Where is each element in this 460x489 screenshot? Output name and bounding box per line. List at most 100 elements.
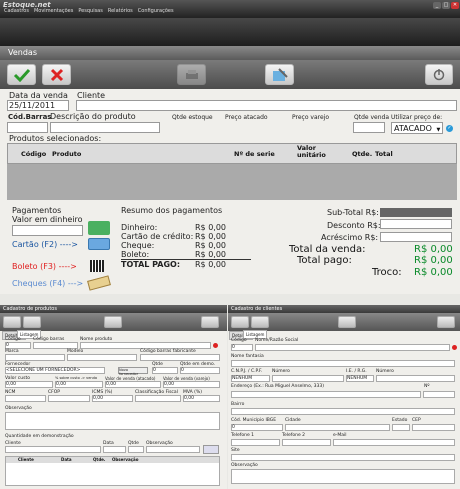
title-bar: Estoque.net Cadastros Movimentações Pesq…	[0, 0, 460, 18]
cli-numero-field[interactable]	[272, 375, 344, 382]
demo-col-cliente: Cliente	[18, 457, 34, 462]
prod-cfop-field[interactable]	[48, 395, 90, 402]
clientes-window-title: Cadastro de clientes	[228, 305, 460, 313]
prod-codigo-field[interactable]: 0	[5, 342, 31, 349]
power-button[interactable]	[425, 64, 453, 85]
qtde-venda-field[interactable]	[353, 122, 385, 133]
cli-telefone1-field[interactable]	[231, 439, 280, 446]
prod-valor-varejo-field[interactable]: 0,00	[163, 381, 220, 388]
clientes-power-button[interactable]	[437, 316, 455, 328]
cli-codigo-field[interactable]: 0	[231, 344, 253, 351]
menu-cadastros[interactable]: Cadastros	[4, 8, 29, 17]
menu-configuracoes[interactable]: Configurações	[138, 8, 174, 17]
prod-codigo-barras-field[interactable]	[33, 342, 78, 349]
produtos-grid-body[interactable]	[7, 164, 457, 200]
produtos-cancel-button[interactable]	[23, 316, 41, 328]
cli-estado-field[interactable]	[392, 424, 410, 431]
cli-cep-label: CEP	[412, 418, 421, 423]
prod-modelo-field[interactable]	[67, 354, 137, 361]
cli-n-label: Nº	[424, 384, 430, 389]
prod-classificacao-field[interactable]	[135, 395, 181, 402]
cod-barras-field[interactable]	[7, 122, 48, 133]
cli-email-field[interactable]	[333, 439, 455, 446]
cli-n-field[interactable]	[423, 391, 455, 398]
cli-telefone2-field[interactable]	[282, 439, 331, 446]
cli-email-label: e-Mail	[333, 433, 347, 438]
maximize-button[interactable]: □	[442, 2, 450, 9]
prod-valor-custo-field[interactable]: 0,00	[5, 381, 53, 388]
boleto-button[interactable]: Boleto (F3) ---->	[12, 262, 77, 271]
prod-ncm-field[interactable]	[5, 395, 46, 402]
data-venda-field[interactable]: 25/11/2011	[7, 100, 69, 111]
resumo-boleto-value: R$ 0,00	[195, 250, 227, 259]
valor-dinheiro-field[interactable]	[12, 225, 83, 236]
cli-site-field[interactable]	[231, 454, 455, 461]
subtotal-field	[380, 208, 452, 217]
demo-col-observacao: Observação	[112, 457, 139, 462]
produtos-power-button[interactable]	[201, 316, 219, 328]
clientes-confirm-button[interactable]	[231, 316, 249, 328]
close-button[interactable]: ✕	[451, 2, 459, 9]
prod-mva-field[interactable]: 0,00	[183, 395, 220, 402]
prod-icms-field[interactable]: 0,00	[92, 395, 133, 402]
preco-varejo-label: Preço varejo	[292, 114, 330, 121]
prod-pct-custo-field[interactable]: 0,00	[55, 381, 103, 388]
utilizar-preco-select[interactable]: ATACADO ▼	[391, 122, 443, 134]
cli-nome-field[interactable]	[255, 344, 450, 351]
novo-fornecedor-button[interactable]: Novo fornecedor	[118, 367, 148, 376]
cli-endereco-label: Endereço (Ex.: Rua Miguel Anselmo, 333)	[231, 384, 325, 389]
cli-cnpj-select[interactable]: NENHUM	[231, 375, 270, 382]
prod-cliente-field[interactable]	[5, 446, 101, 453]
cli-endereco-field[interactable]	[231, 391, 421, 398]
prod-fornecedor-select[interactable]: <SELECIONE UM FORNECEDOR>	[5, 367, 105, 374]
prod-marca-field[interactable]	[5, 354, 65, 361]
prod-observacao-field[interactable]	[5, 412, 220, 430]
demo-table[interactable]: Cliente Data Qtde. Observação	[5, 456, 220, 486]
acrescimo-field[interactable]	[380, 232, 452, 242]
cli-observacao-field[interactable]	[231, 469, 455, 484]
menu-movimentacoes[interactable]: Movimentações	[34, 8, 73, 17]
produtos-print-button[interactable]	[104, 316, 122, 328]
menu-relatorios[interactable]: Relatórios	[108, 8, 133, 17]
total-pago-label: TOTAL PAGO:	[121, 260, 181, 269]
money-icon[interactable]	[88, 221, 110, 235]
prod-nome-field[interactable]	[80, 342, 211, 349]
total-venda-value: R$ 0,00	[414, 244, 453, 255]
prod-valor-atacado-field[interactable]: 0,00	[105, 381, 161, 388]
cli-ie-label: I.E. / R.G.	[346, 369, 367, 374]
print-button[interactable]	[177, 64, 206, 85]
clientes-print-button[interactable]	[338, 316, 356, 328]
credit-card-icon[interactable]	[88, 238, 110, 250]
produtos-confirm-button[interactable]	[3, 316, 21, 328]
cli-fantasia-field[interactable]	[231, 360, 455, 367]
cli-cidade-field[interactable]	[285, 424, 390, 431]
cliente-field[interactable]	[76, 100, 457, 111]
total-venda-label: Total da venda:	[289, 244, 366, 255]
add-demo-button[interactable]	[203, 445, 219, 454]
produtos-grid-header: Código Produto Nº de serie Valor unitári…	[7, 143, 457, 164]
cli-bairro-field[interactable]	[231, 408, 455, 415]
cli-cod-municipio-field[interactable]: 0	[231, 424, 283, 431]
minimize-button[interactable]: _	[433, 2, 441, 9]
cancel-button[interactable]	[42, 64, 71, 85]
col-serie: Nº de serie	[234, 150, 275, 158]
cli-cep-field[interactable]	[412, 424, 455, 431]
clientes-cancel-button[interactable]	[251, 316, 269, 328]
cli-nome-label: Nome/Razão Social	[255, 338, 299, 343]
menu-pesquisas[interactable]: Pesquisas	[78, 8, 103, 17]
edit-tools-button[interactable]	[265, 64, 294, 85]
prod-observacao2-field[interactable]	[146, 446, 200, 453]
prod-fabricante-field[interactable]	[140, 354, 220, 361]
prod-qtde-demo-field[interactable]: 0	[180, 367, 220, 374]
barcode-icon[interactable]	[90, 260, 104, 272]
prod-qtde-field[interactable]: 0	[152, 367, 178, 374]
cli-numero2-field[interactable]	[376, 375, 455, 382]
cli-ie-select[interactable]: NENHUM	[346, 375, 374, 382]
prod-data-field[interactable]	[103, 446, 126, 453]
descricao-field[interactable]	[50, 122, 160, 133]
cheques-button[interactable]: Cheques (F4) --->	[12, 279, 83, 288]
prod-qtde2-field[interactable]	[128, 446, 144, 453]
confirm-button[interactable]	[7, 64, 36, 85]
desconto-field[interactable]	[380, 219, 452, 229]
cartao-button[interactable]: Cartão (F2) ---->	[12, 240, 78, 249]
